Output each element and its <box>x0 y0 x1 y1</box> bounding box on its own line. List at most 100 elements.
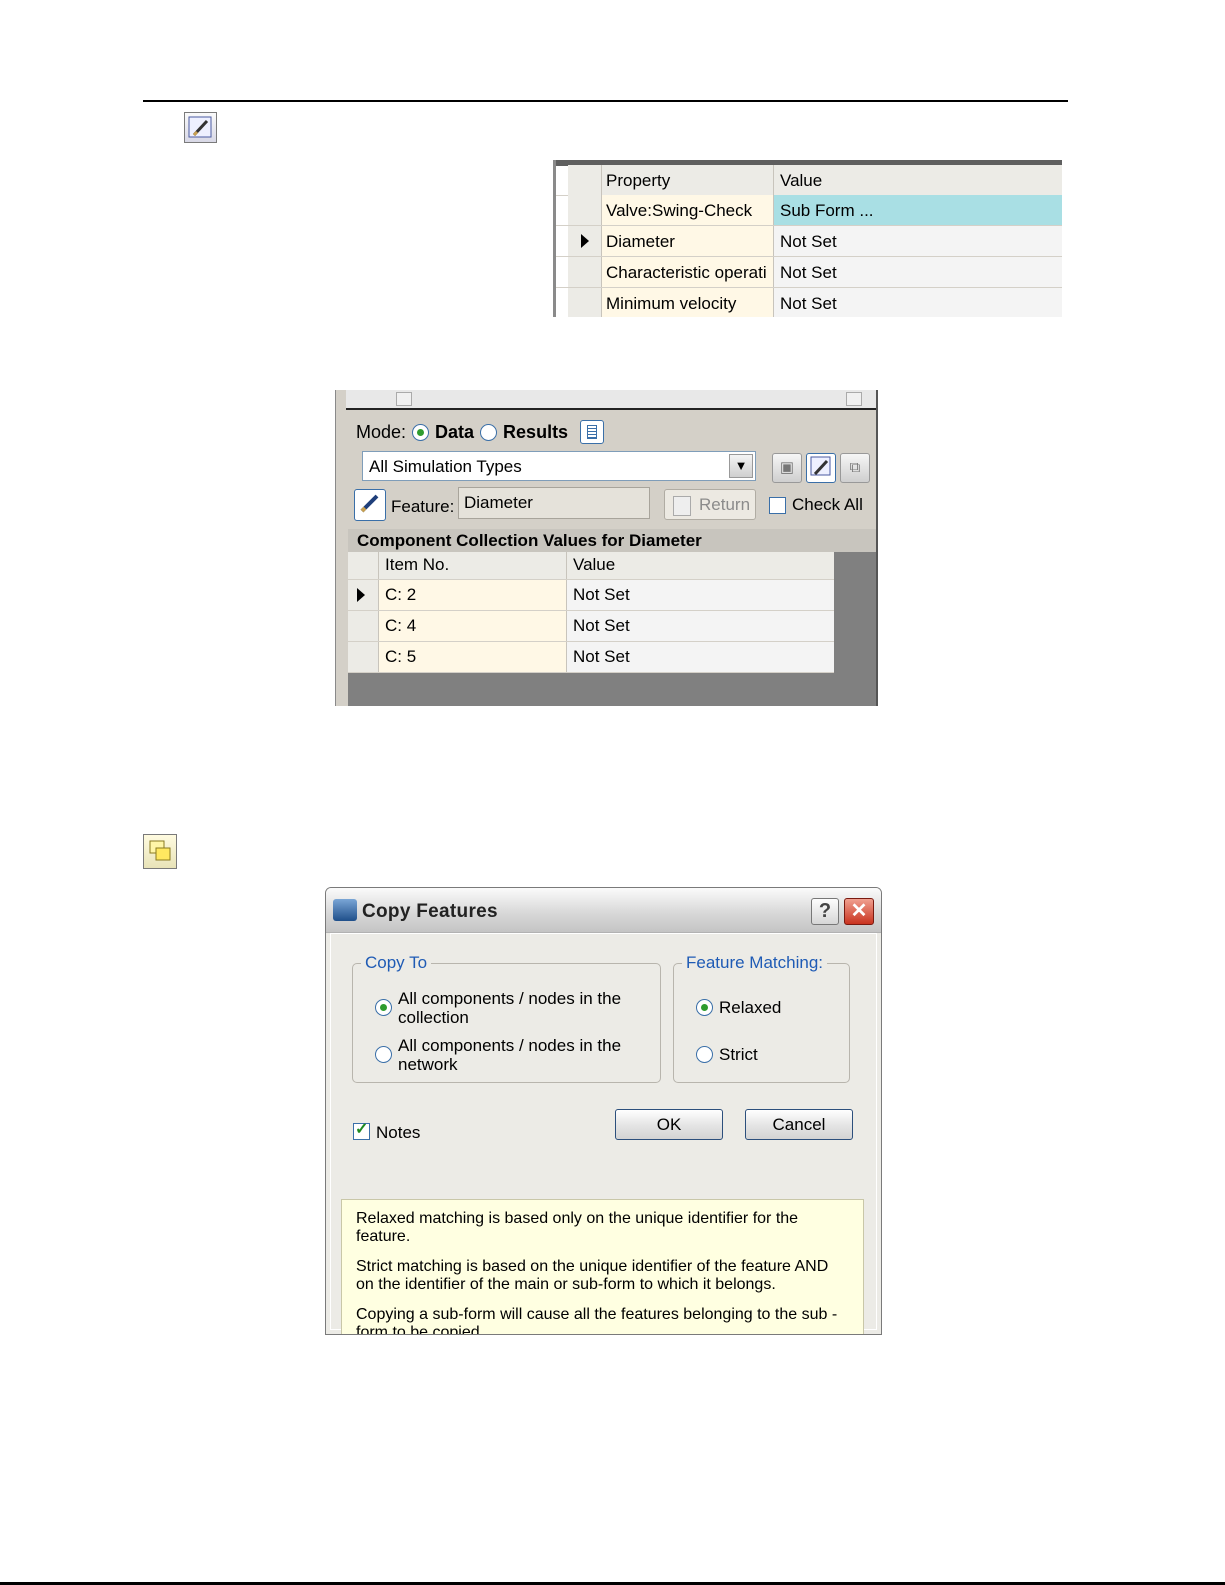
check-all-checkbox[interactable] <box>769 496 786 514</box>
data-mode-label: Data <box>435 421 475 442</box>
property-grid: Property Value Valve:Swing-Check Sub For… <box>553 160 1062 317</box>
grid-row[interactable]: Minimum velocity Not Set <box>556 288 1062 317</box>
document-icon <box>587 425 598 439</box>
table-row[interactable]: C: 4 Not Set <box>348 611 834 642</box>
copy-features-dialog: Copy Features ? ✕ Copy To All components… <box>325 887 882 1335</box>
help-button[interactable]: ? <box>811 898 839 925</box>
feature-field[interactable]: Diameter <box>458 487 650 519</box>
scroll-button[interactable] <box>846 392 862 406</box>
strict-note: Strict matching is based on the unique i… <box>356 1258 829 1293</box>
relaxed-note: Relaxed matching is based only on the un… <box>356 1210 799 1245</box>
row-selector <box>568 288 602 317</box>
results-mode-radio[interactable] <box>480 423 498 441</box>
data-mode-radio[interactable] <box>412 423 430 441</box>
ok-button[interactable]: OK <box>615 1109 723 1140</box>
value-header: Value <box>567 552 834 579</box>
grid-row[interactable]: Valve:Swing-Check Sub Form ... <box>556 195 1062 226</box>
scroll-button[interactable] <box>396 392 412 406</box>
network-radio[interactable] <box>375 1046 392 1063</box>
property-cell: Diameter <box>602 226 774 256</box>
simulation-type-select[interactable]: All Simulation Types ▼ <box>362 451 756 481</box>
value-cell[interactable]: Not Set <box>567 642 834 672</box>
grid-row[interactable]: Characteristic operati Not Set <box>556 257 1062 288</box>
relaxed-label: Relaxed <box>719 998 782 1017</box>
current-row-icon <box>357 588 365 602</box>
relaxed-radio[interactable] <box>696 999 713 1016</box>
copy-to-network-option[interactable]: All components / nodes in the network <box>375 1036 625 1074</box>
strict-label: Strict <box>719 1045 758 1064</box>
property-header: Property <box>602 165 774 195</box>
panel-top-bar <box>346 390 876 410</box>
app-icon <box>333 899 357 921</box>
return-button[interactable]: Return <box>664 489 756 520</box>
copy-to-collection-option[interactable]: All components / nodes in the collection <box>375 989 625 1027</box>
row-selector <box>348 552 379 579</box>
property-cell: Minimum velocity <box>602 288 774 317</box>
row-selector <box>348 580 379 610</box>
feature-label: Feature: <box>391 497 455 516</box>
item-cell: C: 4 <box>379 611 567 641</box>
grid-header-row: Property Value <box>556 165 1062 196</box>
table-row[interactable]: C: 2 Not Set <box>348 580 834 611</box>
value-cell[interactable]: Not Set <box>567 580 834 610</box>
value-cell[interactable]: Sub Form ... <box>774 195 1062 225</box>
close-button[interactable]: ✕ <box>844 898 874 925</box>
network-label: All components / nodes in the network <box>398 1036 622 1074</box>
strict-option[interactable]: Strict <box>696 1045 758 1064</box>
notes-checkbox[interactable] <box>353 1120 370 1140</box>
copy-to-title: Copy To <box>361 953 432 973</box>
feature-matching-title: Feature Matching: <box>682 953 828 973</box>
relaxed-option[interactable]: Relaxed <box>696 998 781 1017</box>
dialog-title: Copy Features <box>362 901 498 922</box>
item-cell: C: 5 <box>379 642 567 672</box>
collection-table: Item No. Value C: 2 Not Set C: 4 Not Set… <box>348 552 876 706</box>
table-header-row: Item No. Value <box>348 552 834 580</box>
top-rule <box>143 100 1068 102</box>
copy-features-icon <box>143 834 177 869</box>
current-row-icon <box>581 234 589 248</box>
mode-label: Mode: <box>356 421 407 442</box>
return-icon <box>673 496 691 516</box>
collection-label: All components / nodes in the collection <box>398 989 622 1027</box>
property-cell: Characteristic operati <box>602 257 774 287</box>
row-selector <box>348 642 379 672</box>
edit-feature-button[interactable] <box>806 453 836 483</box>
copy-to-group: Copy To All components / nodes in the co… <box>352 953 661 1083</box>
pencil-icon <box>360 494 379 513</box>
check-all-option[interactable]: Check All <box>769 495 863 515</box>
collection-heading: Component Collection Values for Diameter <box>348 529 876 552</box>
value-cell[interactable]: Not Set <box>774 288 1062 317</box>
return-label: Return <box>699 495 751 514</box>
value-cell[interactable]: Not Set <box>567 611 834 641</box>
subform-note: Copying a sub-form will cause all the fe… <box>356 1306 838 1335</box>
grid-row[interactable]: Diameter Not Set <box>556 226 1062 257</box>
collection-panel: Mode: Data Results All Simulation Types … <box>335 390 878 706</box>
item-cell: C: 2 <box>379 580 567 610</box>
pencil-button[interactable] <box>354 489 386 521</box>
save-icon[interactable]: ▣ <box>772 453 802 483</box>
row-selector <box>568 165 602 195</box>
notes-label: Notes <box>376 1123 421 1142</box>
row-selector <box>348 611 379 641</box>
edit-feature-icon <box>184 112 217 143</box>
chevron-down-icon[interactable]: ▼ <box>729 454 753 478</box>
cancel-button[interactable]: Cancel <box>745 1109 853 1140</box>
simulation-type-value: All Simulation Types <box>369 457 522 476</box>
value-header: Value <box>774 165 1062 195</box>
strict-radio[interactable] <box>696 1046 713 1063</box>
feature-matching-group: Feature Matching: Relaxed Strict <box>673 953 850 1083</box>
dialog-title-bar[interactable]: Copy Features ? ✕ <box>326 888 881 933</box>
check-all-label: Check All <box>792 495 863 514</box>
mode-row: Mode: Data Results <box>356 420 605 444</box>
dialog-body: Copy To All components / nodes in the co… <box>330 933 877 1334</box>
property-cell: Valve:Swing-Check <box>602 195 774 225</box>
list-view-button[interactable] <box>580 420 605 444</box>
results-mode-label: Results <box>503 421 569 442</box>
value-cell[interactable]: Not Set <box>774 226 1062 256</box>
copy-features-icon[interactable]: ⧉ <box>840 453 870 483</box>
table-row[interactable]: C: 5 Not Set <box>348 642 834 673</box>
value-cell[interactable]: Not Set <box>774 257 1062 287</box>
notes-option[interactable]: Notes <box>353 1120 421 1142</box>
collection-radio[interactable] <box>375 999 392 1016</box>
item-no-header: Item No. <box>379 552 567 579</box>
